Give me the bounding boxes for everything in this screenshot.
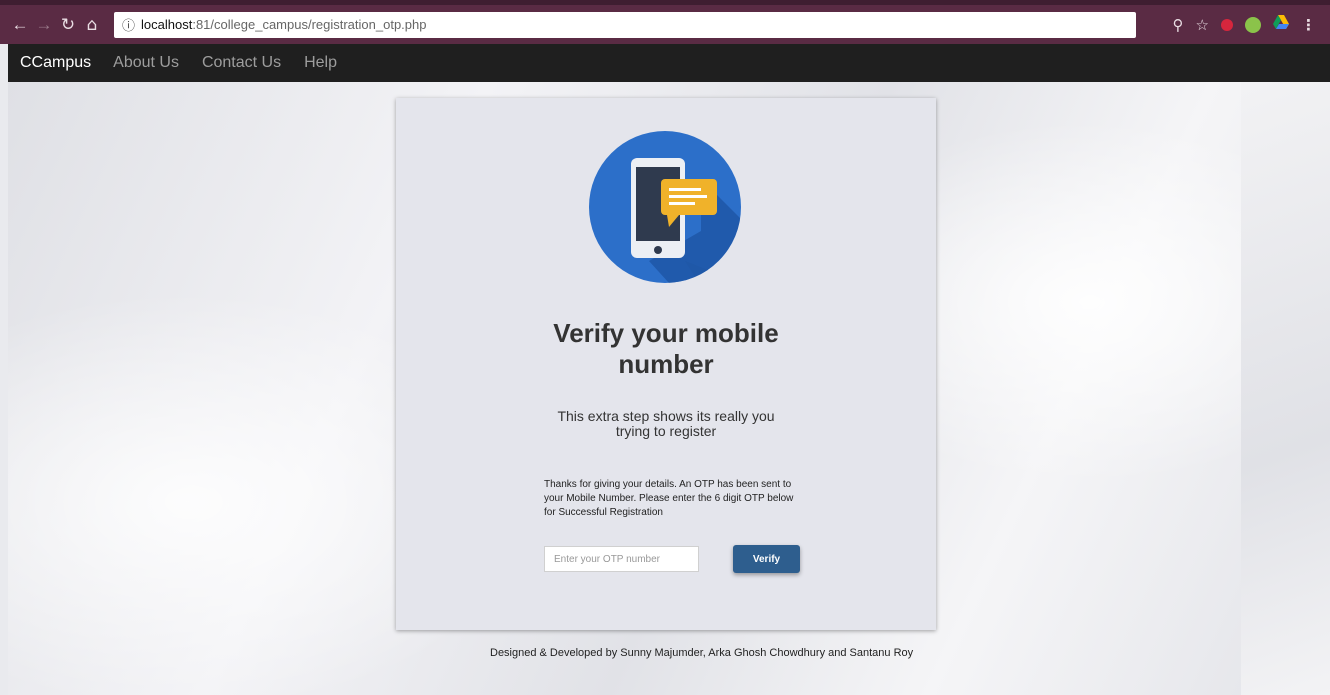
subtitle: This extra step shows its really you try…	[396, 409, 936, 439]
url-host: localhost	[141, 17, 193, 32]
reload-icon[interactable]: ↻	[56, 15, 80, 35]
otp-card: Verify your mobile number This extra ste…	[396, 98, 936, 630]
nav-link-contact[interactable]: Contact Us	[202, 54, 281, 72]
verify-button[interactable]: Verify	[733, 545, 800, 573]
page-background-edge	[1241, 82, 1330, 695]
subtitle-line-2: trying to register	[615, 423, 717, 439]
otp-input[interactable]	[544, 546, 699, 572]
zoom-icon[interactable]: ⚲	[1173, 16, 1184, 34]
otp-description: Thanks for giving your details. An OTP h…	[544, 479, 794, 518]
drive-icon[interactable]	[1273, 15, 1289, 34]
title-line-1: Verify your mobile	[553, 318, 779, 348]
nav-link-about[interactable]: About Us	[113, 54, 179, 72]
extension-green-icon[interactable]	[1245, 16, 1261, 33]
brand-logo[interactable]: CCampus	[20, 54, 91, 72]
home-icon[interactable]: ⌂	[80, 15, 104, 35]
browser-actions: ⚲ ☆ ⋮	[1173, 15, 1322, 34]
top-navbar: CCampus About Us Contact Us Help	[8, 44, 1330, 82]
back-arrow-icon[interactable]: ←	[8, 15, 32, 35]
extension-red-icon[interactable]	[1221, 18, 1233, 31]
browser-toolbar: ← → ↻ ⌂ ⓘ localhost :81/college_campus/r…	[0, 0, 1330, 44]
nav-link-help[interactable]: Help	[304, 54, 337, 72]
mobile-message-icon	[589, 131, 741, 283]
info-icon[interactable]: ⓘ	[122, 15, 135, 34]
address-bar[interactable]: ⓘ localhost :81/college_campus/registrat…	[114, 11, 1136, 38]
forward-arrow-icon[interactable]: →	[32, 15, 56, 35]
page-title: Verify your mobile number	[396, 318, 936, 380]
star-icon[interactable]: ☆	[1196, 16, 1209, 34]
title-line-2: number	[618, 349, 714, 379]
kebab-menu-icon[interactable]: ⋮	[1301, 16, 1316, 34]
url-path: :81/college_campus/registration_otp.php	[192, 17, 427, 32]
footer-credits: Designed & Developed by Sunny Majumder, …	[490, 647, 914, 659]
subtitle-line-1: This extra step shows its really you	[557, 408, 775, 424]
